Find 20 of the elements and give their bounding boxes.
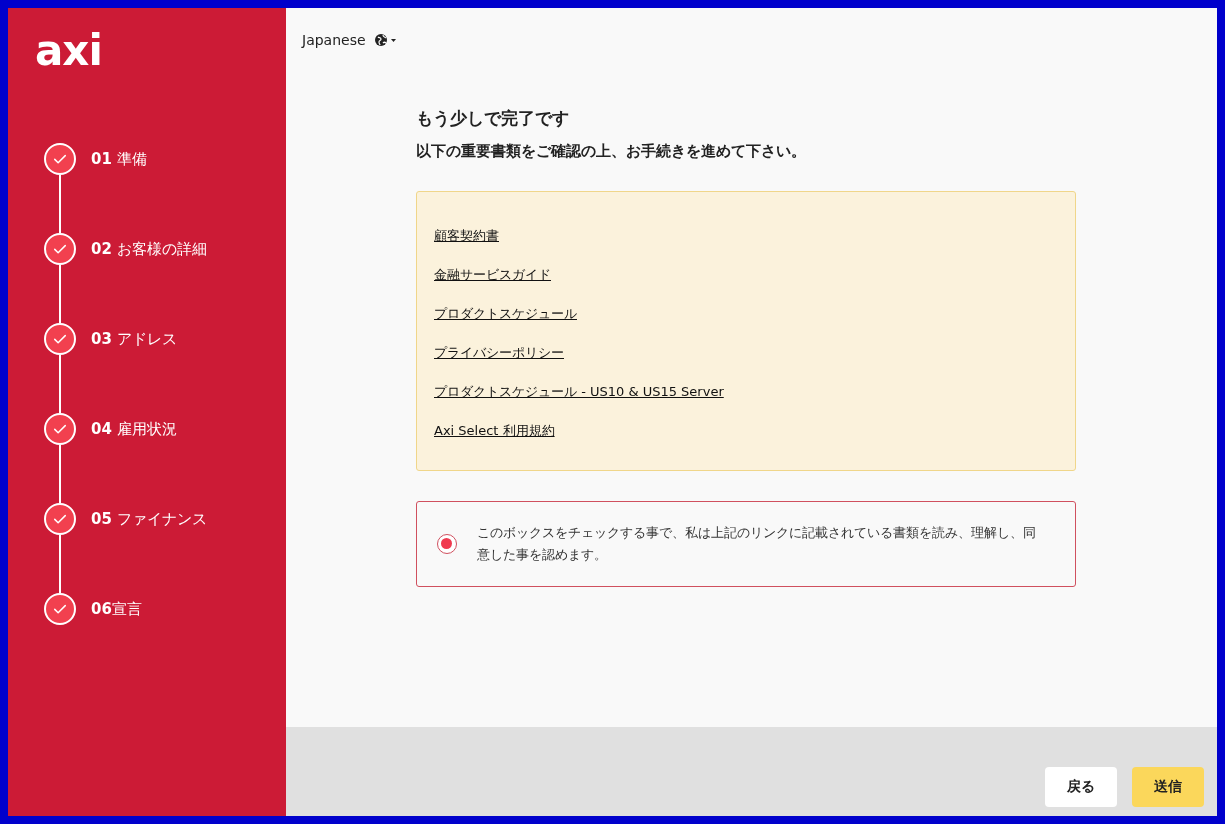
step-label: 04 雇用状況	[91, 420, 177, 439]
submit-button[interactable]: 送信	[1132, 767, 1204, 807]
step-label: 02 お客様の詳細	[91, 240, 207, 259]
step-label: 06宣言	[91, 600, 142, 619]
document-link[interactable]: プロダクトスケジュール - US10 & US15 Server	[434, 382, 724, 401]
document-link[interactable]: プロダクトスケジュール	[434, 304, 577, 323]
document-link[interactable]: Axi Select 利用規約	[434, 421, 555, 440]
page-subheading: 以下の重要書類をご確認の上、お手続きを進めて下さい。	[416, 142, 807, 161]
agreement-radio[interactable]	[437, 534, 457, 554]
agreement-text: このボックスをチェックする事で、私は上記のリンクに記載されている書類を読み、理解し、同意した事を認めます。	[477, 524, 1037, 564]
language-selector[interactable]: Japanese	[302, 32, 400, 48]
document-link[interactable]: 金融サービスガイド	[434, 265, 551, 284]
axi-logo: axi	[35, 30, 103, 72]
back-button[interactable]: 戻る	[1045, 767, 1117, 807]
page-heading: もう少しで完了です	[416, 107, 570, 130]
step-label: 03 アドレス	[91, 330, 177, 349]
step-label: 05 ファイナンス	[91, 510, 207, 529]
document-link[interactable]: 顧客契約書	[434, 226, 499, 245]
document-link[interactable]: プライバシーポリシー	[434, 343, 564, 362]
step-label: 01 準備	[91, 150, 147, 169]
